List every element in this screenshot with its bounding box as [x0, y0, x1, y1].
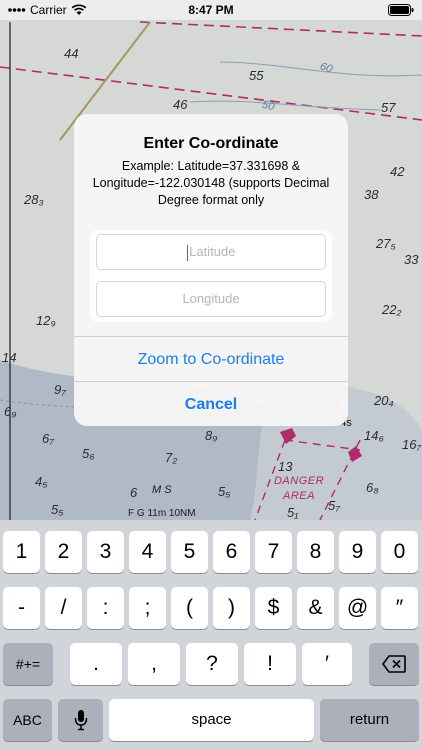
key-8[interactable]: 8	[297, 531, 334, 573]
backspace-key[interactable]	[369, 643, 419, 685]
latitude-input[interactable]: Latitude	[96, 234, 326, 270]
text-caret	[186, 244, 189, 261]
key-exclamation[interactable]: !	[244, 643, 296, 685]
key-apostrophe[interactable]: ′	[302, 643, 352, 685]
backspace-icon	[382, 655, 406, 673]
key-dollar[interactable]: $	[255, 587, 292, 629]
numeric-keyboard: 1 2 3 4 5 6 7 8 9 0 - / : ; ( ) $ & @ ″ …	[0, 520, 422, 750]
battery-icon	[388, 4, 414, 19]
longitude-input[interactable]: Longitude	[96, 281, 326, 317]
space-key[interactable]: space	[109, 699, 314, 741]
key-colon[interactable]: :	[87, 587, 124, 629]
key-abc[interactable]: ABC	[3, 699, 52, 741]
input-group: Latitude Longitude	[90, 230, 332, 322]
status-time: 8:47 PM	[188, 3, 234, 17]
longitude-placeholder: Longitude	[182, 291, 240, 306]
key-2[interactable]: 2	[45, 531, 82, 573]
key-semicolon[interactable]: ;	[129, 587, 166, 629]
dictation-key[interactable]	[58, 699, 103, 741]
key-question[interactable]: ?	[186, 643, 238, 685]
key-3[interactable]: 3	[87, 531, 124, 573]
key-close-paren[interactable]: )	[213, 587, 250, 629]
return-key[interactable]: return	[320, 699, 419, 741]
key-4[interactable]: 4	[129, 531, 166, 573]
cancel-button[interactable]: Cancel	[74, 381, 348, 426]
enter-coordinate-dialog: Enter Co-ordinate Example: Latitude=37.3…	[74, 114, 348, 426]
key-0[interactable]: 0	[381, 531, 418, 573]
dialog-message: Example: Latitude=37.331698 & Longitude=…	[92, 159, 330, 207]
latitude-placeholder: Latitude	[189, 244, 236, 259]
key-ampersand[interactable]: &	[297, 587, 334, 629]
key-period[interactable]: .	[70, 643, 122, 685]
zoom-to-coordinate-button[interactable]: Zoom to Co-ordinate	[74, 336, 348, 381]
key-1[interactable]: 1	[3, 531, 40, 573]
dialog-title: Enter Co-ordinate	[143, 135, 279, 152]
microphone-icon	[74, 710, 87, 731]
key-comma[interactable]: ,	[128, 643, 180, 685]
key-open-paren[interactable]: (	[171, 587, 208, 629]
key-quote[interactable]: ″	[381, 587, 418, 629]
key-5[interactable]: 5	[171, 531, 208, 573]
key-7[interactable]: 7	[255, 531, 292, 573]
key-more-symbols[interactable]: #+=	[3, 643, 53, 685]
key-9[interactable]: 9	[339, 531, 376, 573]
key-hyphen[interactable]: -	[3, 587, 40, 629]
status-bar: Carrier 8:47 PM	[0, 0, 422, 20]
key-slash[interactable]: /	[45, 587, 82, 629]
key-at[interactable]: @	[339, 587, 376, 629]
key-6[interactable]: 6	[213, 531, 250, 573]
